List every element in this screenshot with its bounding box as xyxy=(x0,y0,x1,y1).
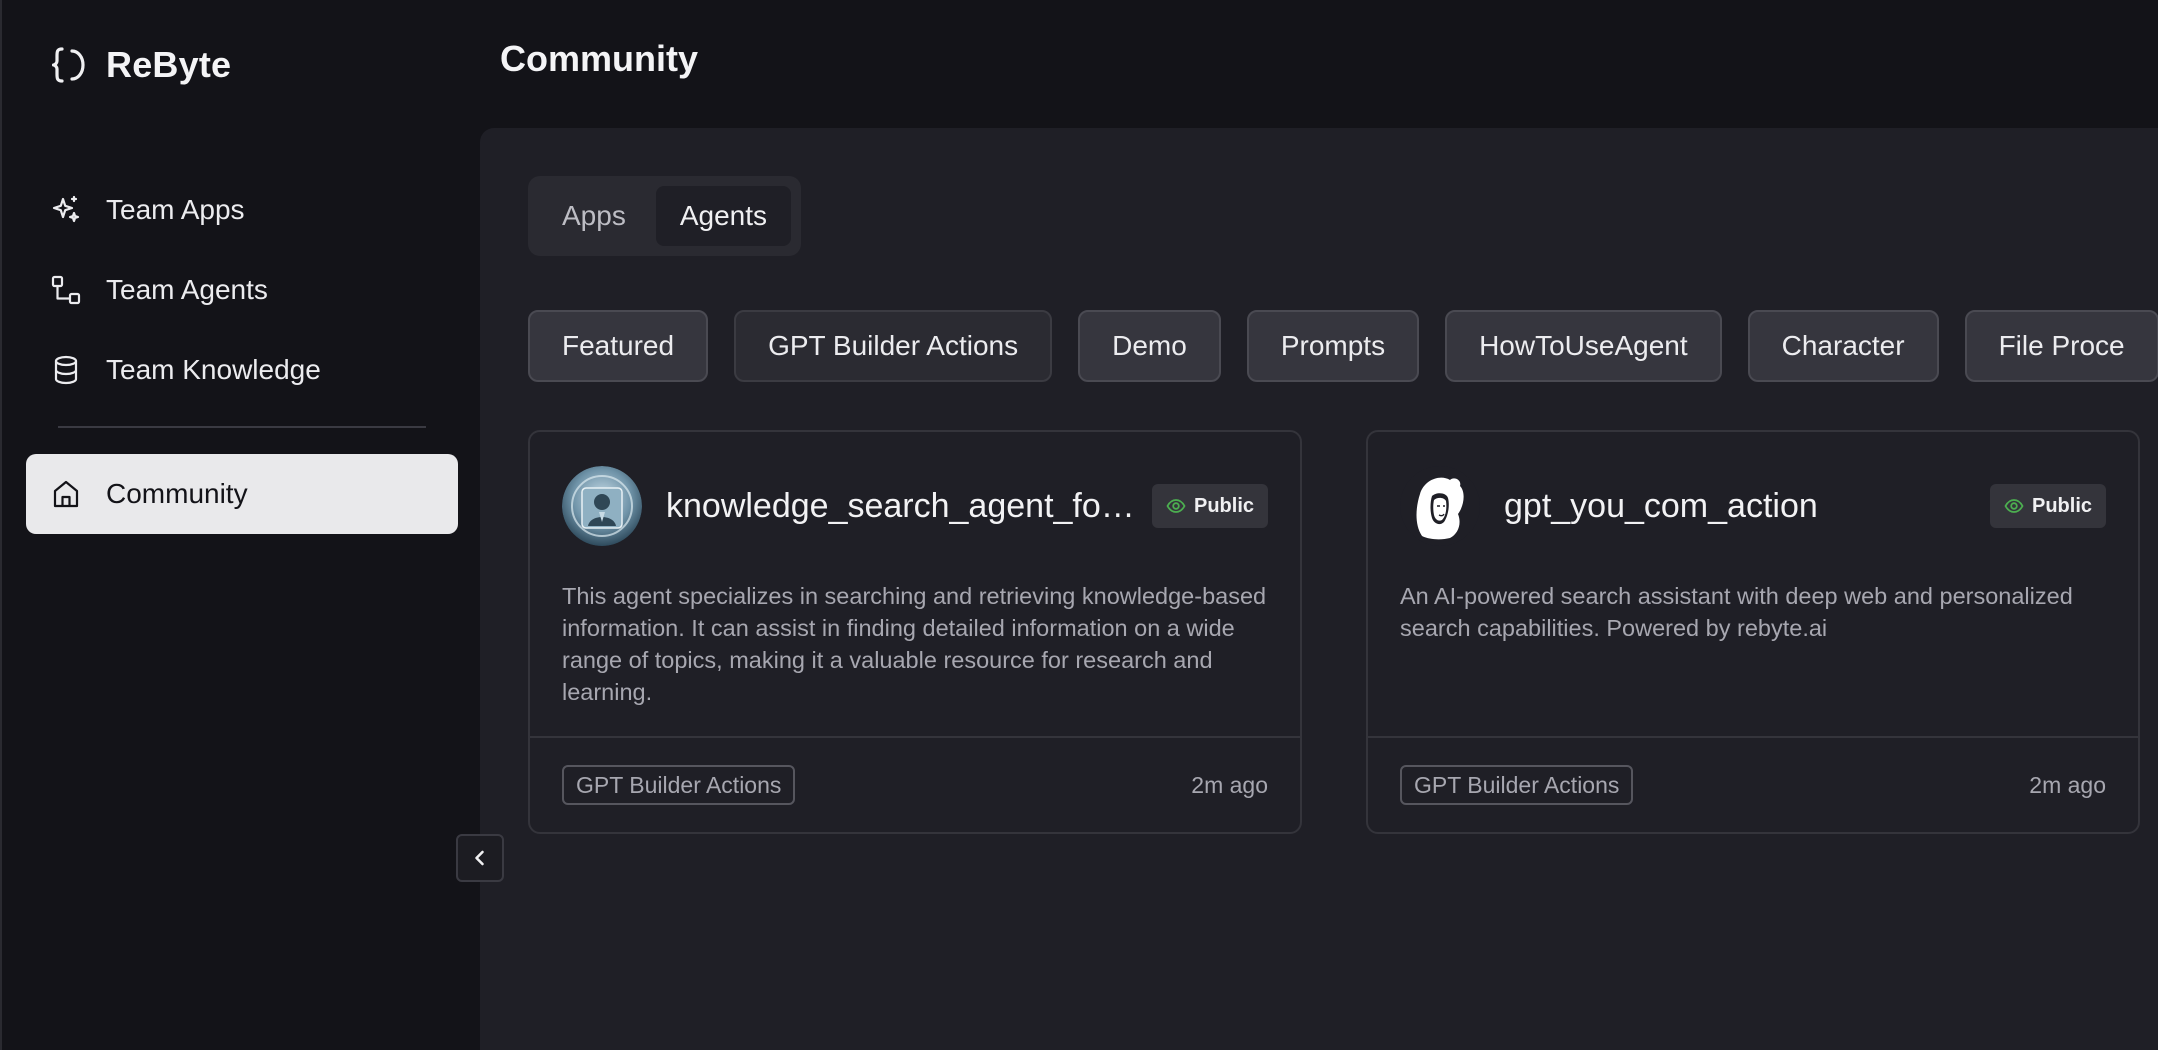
category-filters: Featured GPT Builder Actions Demo Prompt… xyxy=(528,310,2158,382)
robot-portrait-icon xyxy=(562,466,642,546)
agent-description: This agent specializes in searching and … xyxy=(562,583,1267,705)
page-title: Community xyxy=(500,38,698,79)
agent-name[interactable]: knowledge_search_agent_for_… xyxy=(666,487,1144,526)
app-root: ReByte Team Apps Team Agents Team Knowle… xyxy=(0,0,2158,1050)
category-chip-demo[interactable]: Demo xyxy=(1078,310,1221,382)
updated-time: 2m ago xyxy=(1191,771,1268,798)
sidebar-item-label: Team Apps xyxy=(106,194,245,225)
category-tag[interactable]: GPT Builder Actions xyxy=(1400,765,1634,805)
agent-card[interactable]: gpt_you_com_action Public An AI-powered … xyxy=(1366,430,2140,834)
agent-card-grid: knowledge_search_agent_for_… Public This… xyxy=(528,430,2140,834)
brand-name: ReByte xyxy=(106,44,232,85)
public-badge: Public xyxy=(1151,484,1268,528)
home-icon xyxy=(53,480,79,508)
workflow-icon xyxy=(51,275,81,305)
sidebar-item-team-agents[interactable]: Team Agents xyxy=(26,250,458,330)
agent-card-header: knowledge_search_agent_for_… Public xyxy=(562,464,1268,548)
category-chip-character[interactable]: Character xyxy=(1747,310,1939,382)
collapse-sidebar-button[interactable] xyxy=(456,834,504,882)
agent-card-footer: GPT Builder Actions 2m ago xyxy=(1368,736,2138,832)
public-badge: Public xyxy=(1989,484,2106,528)
woman-portrait-icon xyxy=(1400,466,1480,546)
chevron-left-icon xyxy=(475,850,484,866)
view-tabs: Apps Agents xyxy=(528,176,801,256)
category-tag[interactable]: GPT Builder Actions xyxy=(562,765,796,805)
updated-time: 2m ago xyxy=(2029,771,2106,798)
sidebar-item-label: Team Agents xyxy=(106,274,268,305)
category-chip-gpt-builder-actions[interactable]: GPT Builder Actions xyxy=(734,310,1053,382)
sparkle-icon xyxy=(52,195,80,223)
sidebar-divider xyxy=(58,426,426,428)
tab-agents[interactable]: Agents xyxy=(655,186,791,246)
agent-avatar xyxy=(562,466,642,546)
braces-logo-icon xyxy=(52,47,85,83)
agent-card-footer: GPT Builder Actions 2m ago xyxy=(530,736,1300,832)
sidebar-item-team-knowledge[interactable]: Team Knowledge xyxy=(26,330,458,410)
sidebar-nav: Team Apps Team Agents Team Knowledge Com… xyxy=(26,170,458,534)
tab-apps[interactable]: Apps xyxy=(538,186,650,246)
agent-card[interactable]: knowledge_search_agent_for_… Public This… xyxy=(528,430,1302,834)
brand[interactable]: ReByte xyxy=(52,40,231,90)
sidebar: ReByte Team Apps Team Agents Team Knowle… xyxy=(0,0,480,1050)
sidebar-item-community[interactable]: Community xyxy=(26,454,458,534)
agent-description: An AI-powered search assistant with deep… xyxy=(1400,583,2073,641)
sidebar-item-label: Community xyxy=(106,478,248,509)
eye-icon xyxy=(1166,499,1186,513)
badge-label: Public xyxy=(1193,494,1254,517)
badge-label: Public xyxy=(2031,494,2092,517)
category-chip-prompts[interactable]: Prompts xyxy=(1246,310,1420,382)
agent-card-header: gpt_you_com_action Public xyxy=(1400,464,2106,548)
eye-icon xyxy=(2004,499,2024,513)
agent-avatar xyxy=(1400,466,1480,546)
agent-name[interactable]: gpt_you_com_action xyxy=(1504,487,1982,526)
main-panel: Apps Agents Featured GPT Builder Actions… xyxy=(480,128,2158,1050)
category-chip-howtouseagent[interactable]: HowToUseAgent xyxy=(1445,310,1722,382)
sidebar-item-team-apps[interactable]: Team Apps xyxy=(26,170,458,250)
sidebar-item-label: Team Knowledge xyxy=(106,354,321,385)
database-icon xyxy=(54,355,78,385)
category-chip-file-processing[interactable]: File Proce xyxy=(1964,310,2158,382)
category-chip-featured[interactable]: Featured xyxy=(528,310,709,382)
